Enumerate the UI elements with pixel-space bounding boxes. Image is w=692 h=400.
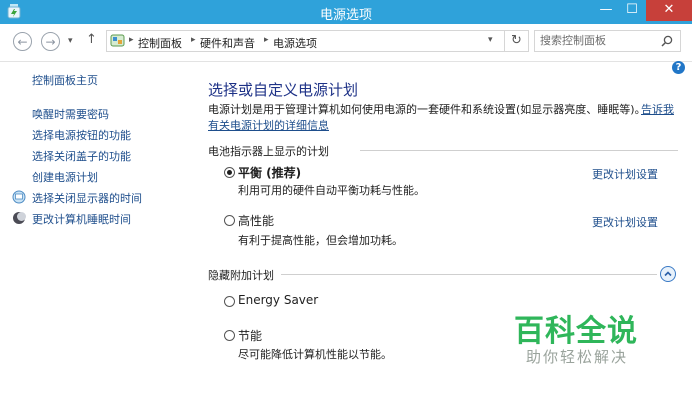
- sidebar-item-display-off[interactable]: 选择关闭显示器的时间: [32, 190, 142, 206]
- sidebar-item-require-password[interactable]: 唤醒时需要密码: [32, 106, 109, 122]
- help-icon: ?: [675, 62, 682, 73]
- change-plan-settings-high-performance[interactable]: 更改计划设置: [592, 214, 658, 230]
- window-title: 电源选项: [319, 8, 372, 23]
- breadcrumb-power-options[interactable]: 电源选项: [273, 35, 317, 51]
- sidebar-item-sleep-time[interactable]: 更改计算机睡眠时间: [32, 211, 131, 227]
- radio-power-saver[interactable]: [224, 330, 235, 341]
- chevron-down-icon: ▾: [488, 35, 493, 45]
- sidebar-item-lid-close[interactable]: 选择关闭盖子的功能: [32, 148, 131, 164]
- arrow-left-icon: ←: [17, 35, 28, 49]
- collapse-hidden-plans-button[interactable]: [660, 266, 676, 282]
- section-divider: [281, 274, 657, 275]
- change-plan-settings-balanced[interactable]: 更改计划设置: [592, 166, 658, 182]
- recent-pages-button[interactable]: ▾: [68, 36, 73, 46]
- close-button[interactable]: ✕: [646, 0, 692, 21]
- minimize-button[interactable]: —: [591, 0, 621, 21]
- sidebar-item-power-buttons[interactable]: 选择电源按钮的功能: [32, 127, 131, 143]
- chevron-down-icon: ▾: [68, 36, 73, 46]
- refresh-icon: ↻: [511, 33, 522, 48]
- address-history-button[interactable]: ▾: [488, 35, 493, 45]
- plan-name-balanced[interactable]: 平衡 (推荐): [238, 164, 301, 181]
- maximize-button[interactable]: ☐: [618, 0, 646, 21]
- watermark-logo: 百科全说: [514, 314, 638, 349]
- search-box: [534, 30, 681, 52]
- forward-button[interactable]: →: [41, 32, 60, 51]
- watermark-slogan: 助你轻松解决: [526, 348, 629, 366]
- breadcrumb-control-panel[interactable]: 控制面板: [138, 35, 182, 51]
- search-icon[interactable]: [661, 35, 673, 47]
- breadcrumb-hardware-sound[interactable]: 硬件和声音: [200, 35, 255, 51]
- moon-icon: [13, 212, 26, 224]
- section-divider: [360, 150, 678, 151]
- refresh-button[interactable]: ↻: [505, 30, 529, 52]
- plan-name-power-saver[interactable]: 节能: [238, 327, 262, 344]
- power-plan-info-link[interactable]: 有关电源计划的详细信息: [208, 117, 329, 133]
- plan-desc-balanced: 利用可用的硬件自动平衡功耗与性能。: [238, 184, 425, 197]
- intro-text: 电源计划是用于管理计算机如何使用电源的一套硬件和系统设置(如显示器亮度、睡眠等)…: [208, 103, 646, 116]
- arrow-right-icon: →: [45, 35, 56, 49]
- battery-section-label: 电池指示器上显示的计划: [208, 145, 329, 158]
- back-button[interactable]: ←: [13, 32, 32, 51]
- radio-energy-saver[interactable]: [224, 296, 235, 307]
- page-title: 选择或自定义电源计划: [208, 81, 359, 99]
- radio-selected-dot: [227, 170, 232, 175]
- plan-name-high-performance[interactable]: 高性能: [238, 212, 274, 229]
- breadcrumb-separator: ▸: [264, 35, 269, 45]
- radio-high-performance[interactable]: [224, 215, 235, 226]
- search-input[interactable]: [540, 34, 658, 47]
- control-panel-icon: [110, 34, 125, 47]
- learn-more-link[interactable]: 告诉我: [641, 101, 674, 117]
- up-button[interactable]: ↑: [86, 32, 97, 47]
- breadcrumb-separator: ▸: [191, 35, 196, 45]
- monitor-icon: [12, 190, 26, 204]
- arrow-up-icon: ↑: [86, 32, 97, 47]
- plan-desc-high-performance: 有利于提高性能，但会增加功耗。: [238, 234, 403, 247]
- sidebar-item-create-plan[interactable]: 创建电源计划: [32, 169, 98, 185]
- radio-balanced[interactable]: [224, 167, 235, 178]
- sidebar-control-panel-home[interactable]: 控制面板主页: [32, 72, 98, 88]
- breadcrumb-separator: ▸: [129, 35, 134, 45]
- chevron-up-icon: [664, 271, 672, 277]
- plan-desc-power-saver: 尽可能降低计算机性能以节能。: [238, 348, 392, 361]
- help-button[interactable]: ?: [672, 61, 685, 74]
- hidden-plans-label: 隐藏附加计划: [208, 269, 274, 282]
- plan-name-energy-saver[interactable]: Energy Saver: [238, 293, 318, 307]
